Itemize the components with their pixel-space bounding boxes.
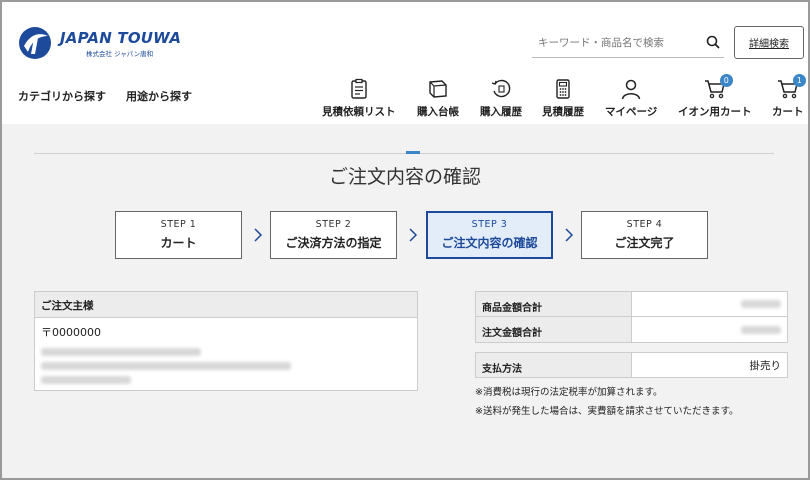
nav-cart[interactable]: 1 カート xyxy=(772,74,806,119)
step-cart: STEP 1 カート xyxy=(115,211,242,259)
step-order-complete: STEP 4 ご注文完了 xyxy=(581,211,708,259)
search-icon[interactable] xyxy=(706,35,720,49)
summary-row-product-total: 商品金額合計 xyxy=(475,291,788,317)
summary-label: 支払方法 xyxy=(476,353,632,377)
orderer-heading: ご注文主様 xyxy=(35,292,417,318)
summary-label: 注文金額合計 xyxy=(476,317,632,342)
cart-count-badge: 1 xyxy=(792,74,806,87)
step-number: STEP 4 xyxy=(626,219,663,230)
redacted-amount xyxy=(741,300,781,308)
brand-logo[interactable]: JAPAN TOUWA 株式会社 ジャパン唐和 xyxy=(18,26,181,60)
chevron-right-icon xyxy=(254,228,263,242)
nav-purchase-history[interactable]: 購入履歴 xyxy=(480,78,522,119)
nav-label: イオン用カート xyxy=(678,106,752,118)
nav-purchase-ledger[interactable]: 購入台帳 xyxy=(417,78,459,119)
step-name: ご注文内容の確認 xyxy=(441,236,538,250)
step-name: ご決済方法の指定 xyxy=(285,236,382,250)
search-bar xyxy=(532,28,724,58)
browser-frame: JAPAN TOUWA 株式会社 ジャパン唐和 詳細検索 カテゴリから探す 用途… xyxy=(0,0,810,480)
orderer-postal-code: 〒0000000 xyxy=(41,326,101,339)
browse-by-category-link[interactable]: カテゴリから探す xyxy=(18,88,106,104)
clipboard-icon xyxy=(351,78,367,99)
brand-name-jp: 株式会社 ジャパン唐和 xyxy=(86,49,154,58)
title-divider xyxy=(34,153,774,154)
orderer-info-box: ご注文主様 〒0000000 xyxy=(34,291,418,391)
payment-method-value: 掛売り xyxy=(749,359,782,372)
ledger-book-icon xyxy=(429,80,447,98)
nav-aeon-cart[interactable]: 0 イオン用カート xyxy=(678,74,752,119)
nav-label: 見積履歴 xyxy=(542,106,584,118)
tax-note: ※消費税は現行の法定税率が加算されます。 xyxy=(475,387,663,398)
site-header: JAPAN TOUWA 株式会社 ジャパン唐和 詳細検索 カテゴリから探す 用途… xyxy=(2,2,808,124)
summary-value xyxy=(632,292,787,316)
checkout-steps: STEP 1 カート STEP 2 ご決済方法の指定 STEP 3 ご注文内容の… xyxy=(2,211,808,259)
page-title: ご注文内容の確認 xyxy=(328,166,481,188)
search-input[interactable] xyxy=(532,36,692,49)
nav-label: 購入台帳 xyxy=(417,106,459,118)
nav-label: 見積依頼リスト xyxy=(322,106,396,118)
step-confirm-order: STEP 3 ご注文内容の確認 xyxy=(426,211,553,259)
step-name: カート xyxy=(160,236,197,250)
summary-label: 商品金額合計 xyxy=(476,292,632,316)
chevron-right-icon xyxy=(409,228,418,242)
summary-row-payment-method: 支払方法 掛売り xyxy=(475,352,788,378)
history-icon xyxy=(491,79,511,98)
brand-logo-mark xyxy=(19,27,51,59)
redacted-phone-line xyxy=(41,376,131,384)
redacted-amount xyxy=(741,325,781,334)
payment-method-table: 支払方法 掛売り xyxy=(475,352,788,378)
nav-my-page[interactable]: マイページ xyxy=(605,78,657,119)
nav-label: マイページ xyxy=(605,106,658,118)
step-number: STEP 3 xyxy=(471,219,508,230)
nav-label: 購入履歴 xyxy=(480,106,522,118)
main-content: ご注文内容の確認 STEP 1 カート STEP 2 ご決済方法の指定 STEP… xyxy=(2,124,808,478)
summary-row-order-total: 注文金額合計 xyxy=(475,317,788,343)
brand-name-en: JAPAN TOUWA xyxy=(60,28,182,47)
order-summary-table: 商品金額合計 注文金額合計 xyxy=(475,291,788,343)
redacted-address-line xyxy=(41,362,291,370)
step-number: STEP 1 xyxy=(160,219,197,230)
nav-quote-request-list[interactable]: 見積依頼リスト xyxy=(322,78,396,119)
advanced-search-button[interactable]: 詳細検索 xyxy=(734,26,804,59)
cart-count-badge: 0 xyxy=(719,74,733,87)
cart-icon-wrap: 1 xyxy=(777,74,806,100)
calculator-icon xyxy=(556,79,570,99)
shipping-note: ※送料が発生した場合は、実費額を請求させていただきます。 xyxy=(475,406,739,417)
chevron-right-icon xyxy=(565,228,574,242)
user-icon xyxy=(621,79,641,100)
browse-by-usage-link[interactable]: 用途から探す xyxy=(126,88,192,104)
step-name: ご注文完了 xyxy=(614,236,675,250)
step-number: STEP 2 xyxy=(315,219,352,230)
redacted-address-line xyxy=(41,348,201,356)
summary-value xyxy=(632,317,787,342)
cart-icon-wrap: 0 xyxy=(704,74,733,100)
nav-quote-history[interactable]: 見積履歴 xyxy=(542,78,584,119)
title-accent xyxy=(406,151,420,154)
nav-label: カート xyxy=(772,106,804,118)
step-payment-method: STEP 2 ご決済方法の指定 xyxy=(270,211,397,259)
